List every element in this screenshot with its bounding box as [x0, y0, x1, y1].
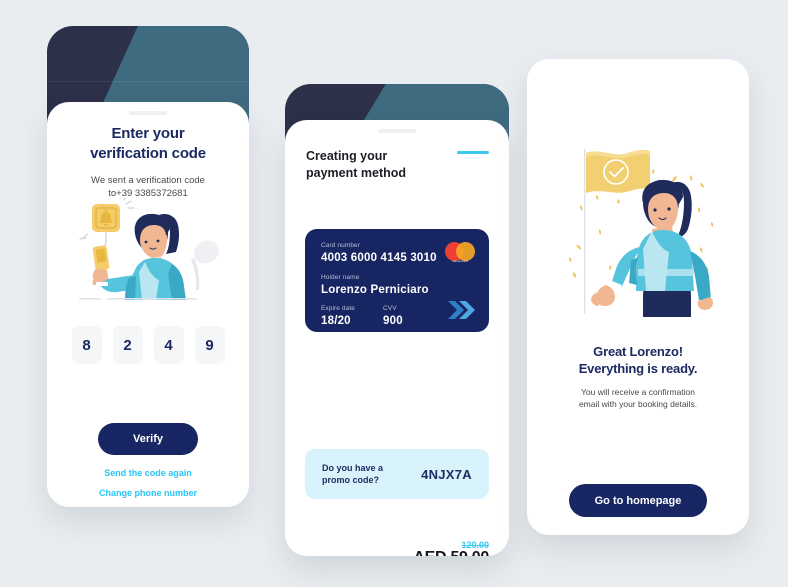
code-digit-3[interactable]: 4: [153, 326, 184, 364]
expire-date-label: Expire date: [321, 305, 355, 312]
confirmation-title: Great Lorenzo! Everything is ready.: [527, 343, 749, 377]
payment-title-line1: Creating your: [306, 149, 388, 163]
page-title-line2: verification code: [90, 145, 206, 162]
double-chevron-icon: [448, 301, 475, 319]
page-title: Enter your verification code: [47, 124, 249, 164]
screen-content-payment: Creating your payment method Card number…: [285, 120, 509, 556]
bezel-hairline: [47, 81, 249, 83]
code-digit-1[interactable]: 8: [71, 326, 102, 364]
confirmation-title-line1: Great Lorenzo!: [593, 344, 683, 359]
subtitle-line1: We sent a verification code: [91, 175, 205, 186]
cvv-label: CVV: [383, 305, 397, 312]
phone-screen-payment: Creating your payment method Card number…: [285, 84, 509, 556]
code-digit-2[interactable]: 2: [112, 326, 143, 364]
mastercard-wordmark: mastercard: [452, 259, 468, 263]
woman-with-checkmark-flag-confetti-illustration: [569, 149, 714, 317]
total-amount: AED 59.00: [413, 549, 489, 556]
promo-question-line1: Do you have a: [322, 463, 384, 473]
screen-content-confirmation: Great Lorenzo! Everything is ready. You …: [527, 59, 749, 535]
card-number-value: 4003 6000 4145 3010: [321, 252, 437, 264]
title-accent-bar: [457, 151, 489, 154]
holder-name-value: Lorenzo Perniciaro: [321, 284, 429, 296]
confirmation-subtitle-line2: email with your booking details.: [578, 399, 698, 409]
go-to-homepage-button[interactable]: Go to homepage: [569, 484, 707, 517]
cvv-value: 900: [383, 315, 403, 327]
verification-code-inputs[interactable]: 8 2 4 9: [47, 326, 249, 364]
page-title-line1: Enter your: [111, 125, 185, 142]
card-number-label: Card number: [321, 242, 361, 249]
confirmation-subtitle: You will receive a confirmation email wi…: [549, 386, 727, 410]
woman-holding-phone-notification-illustration: [79, 198, 219, 300]
change-phone-number-link[interactable]: Change phone number: [47, 488, 249, 498]
mastercard-icon: mastercard: [445, 242, 475, 263]
promo-question: Do you have a promo code?: [322, 462, 383, 486]
promo-code-value[interactable]: 4NJX7A: [421, 467, 472, 482]
screen-content-verification: Enter your verification code We sent a v…: [47, 102, 249, 507]
credit-card[interactable]: Card number 4003 6000 4145 3010 masterca…: [305, 229, 489, 332]
confirmation-subtitle-line1: You will receive a confirmation: [580, 387, 696, 397]
holder-name-label: Holder name: [321, 274, 360, 281]
expire-date-value: 18/20: [321, 315, 351, 327]
payment-title-line2: payment method: [306, 166, 407, 180]
speaker-grille: [129, 111, 167, 115]
confirmation-title-line2: Everything is ready.: [578, 361, 698, 376]
verify-button[interactable]: Verify: [98, 423, 198, 455]
send-code-again-link[interactable]: Send the code again: [47, 468, 249, 478]
page-subtitle: We sent a verification code to+39 338537…: [47, 174, 249, 200]
phone-screen-confirmation: Great Lorenzo! Everything is ready. You …: [527, 59, 749, 535]
mockup-canvas: Enter your verification code We sent a v…: [0, 0, 788, 587]
speaker-grille: [378, 129, 416, 133]
phone-screen-verification: Enter your verification code We sent a v…: [47, 26, 249, 507]
promo-question-line2: promo code?: [322, 475, 380, 485]
payment-page-title: Creating your payment method: [306, 148, 406, 182]
promo-code-field[interactable]: Do you have a promo code? 4NJX7A: [305, 449, 489, 499]
code-digit-4[interactable]: 9: [194, 326, 225, 364]
